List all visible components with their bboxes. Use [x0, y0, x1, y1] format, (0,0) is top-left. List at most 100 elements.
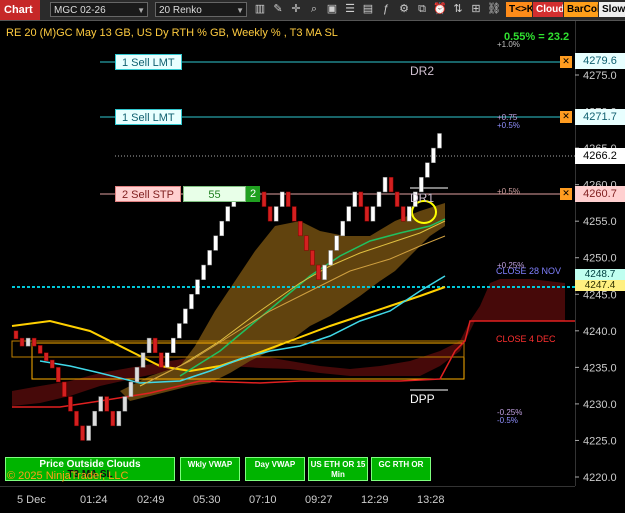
price-axis[interactable]: 4275.04270.04265.04260.04255.04250.04245… — [574, 21, 625, 486]
renko-brick-down — [62, 381, 67, 397]
renko-brick-down — [31, 337, 37, 347]
zoom-icon[interactable]: ⌕ — [306, 2, 322, 17]
chart-tab[interactable]: Chart — [0, 0, 40, 20]
renko-brick-up — [225, 206, 230, 222]
renko-brick-down — [261, 191, 267, 207]
renko-brick-down — [104, 396, 109, 412]
dr2-label: DR2 — [410, 64, 435, 78]
cloud-button[interactable]: Cloud — [533, 2, 563, 17]
renko-brick-down — [158, 352, 164, 368]
renko-brick-up — [419, 177, 424, 193]
close-dec-label: CLOSE 4 DEC — [496, 334, 556, 344]
order-price-tag-1: 4279.6 — [575, 53, 625, 69]
renko-brick-down — [37, 345, 43, 354]
order-count-badge[interactable]: 2 — [246, 186, 260, 202]
data-box-icon[interactable]: ▤ — [360, 2, 376, 17]
pct-plus-1-label: +1.0% — [497, 40, 520, 49]
order-quantity-field[interactable]: 55 — [183, 186, 246, 202]
grid-icon[interactable]: ⊞ — [468, 2, 484, 17]
renko-brick-down — [364, 206, 370, 222]
close-order-icon[interactable]: ✕ — [560, 56, 572, 68]
templates-icon[interactable]: ⧉ — [414, 2, 430, 17]
renko-brick-up — [346, 206, 351, 222]
bar-type-selector[interactable]: 20 Renko ▼ — [155, 2, 247, 17]
time-label: 07:10 — [249, 494, 277, 506]
day-vwap-button[interactable]: Day VWAP — [245, 457, 305, 481]
renko-brick-up — [382, 177, 388, 193]
dpp-label: DPP — [410, 392, 435, 406]
tk-button[interactable]: T<>K — [506, 2, 532, 17]
renko-brick-down — [44, 352, 49, 361]
time-label: 05:30 — [193, 494, 221, 506]
renko-brick-down — [388, 177, 394, 193]
renko-brick-down — [358, 191, 364, 207]
dr1-label: DR1 — [410, 191, 435, 205]
renko-brick-up — [273, 206, 279, 222]
renko-brick-up — [219, 220, 224, 237]
alert-icon[interactable]: ⏰ — [432, 2, 448, 17]
crosshair-icon[interactable]: ✛ — [288, 2, 304, 17]
time-label: 12:29 — [361, 494, 389, 506]
renko-brick-up — [177, 323, 182, 339]
slowm-button[interactable]: SlowM — [599, 2, 625, 17]
time-label: 13:28 — [417, 494, 445, 506]
draw-tool-icon[interactable]: ✎ — [270, 2, 286, 17]
renko-brick-down — [400, 206, 406, 222]
us-eth-or-button[interactable]: US ETH OR 15 Min — [308, 457, 368, 481]
price-tick-label: 4250.0 — [583, 253, 617, 265]
renko-brick-down — [292, 206, 297, 222]
renko-brick-up — [165, 352, 170, 368]
plot-canvas — [11, 61, 575, 441]
order-entry-icon[interactable]: ⇅ — [450, 2, 466, 17]
pct-minus-05-label: -0.5% — [497, 416, 518, 425]
renko-brick-down — [286, 191, 291, 207]
sell-limit-order-2[interactable]: 1 Sell LMT — [115, 109, 182, 125]
pct-plus-05-label-a: +0.5% — [497, 121, 520, 130]
stop-price-tag: 4260.7 — [575, 186, 625, 202]
copyright-text: © 2025 NinjaTrader, LLC — [7, 470, 129, 482]
renko-brick-down — [310, 250, 315, 266]
renko-brick-up — [322, 264, 327, 280]
sell-limit-order-1[interactable]: 1 Sell LMT — [115, 54, 182, 70]
price-tick-label: 4225.0 — [583, 435, 617, 447]
pct-plus-05-label-b: +0.5% — [497, 187, 520, 196]
instrument-selector[interactable]: MGC 02-26 ▼ — [50, 2, 148, 17]
strategies-icon[interactable]: ⚙ — [396, 2, 412, 17]
gc-rth-or-button[interactable]: GC RTH OR — [371, 457, 431, 481]
sell-stop-order[interactable]: 2 Sell STP — [115, 186, 181, 202]
properties-icon[interactable]: ☰ — [342, 2, 358, 17]
renko-brick-down — [304, 235, 309, 251]
weekly-vwap-button[interactable]: Wkly VWAP — [180, 457, 240, 481]
screenshot-icon[interactable]: ▣ — [324, 2, 340, 17]
close-order-icon[interactable]: ✕ — [560, 111, 572, 123]
chart-description: RE 20 (M)GC May 13 GB, US Dy RTH % GB, W… — [6, 27, 338, 39]
renko-brick-up — [92, 410, 97, 427]
barcol-button[interactable]: BarCol — [564, 2, 598, 17]
renko-brick-up — [340, 220, 345, 237]
chart-style-icon[interactable]: ▥ — [252, 2, 268, 17]
renko-brick-down — [394, 191, 400, 207]
renko-brick-down — [316, 264, 321, 280]
price-tick-label: 4275.0 — [583, 70, 617, 82]
renko-brick-down — [298, 220, 303, 237]
close-order-icon[interactable]: ✕ — [560, 188, 572, 200]
renko-brick-down — [50, 359, 55, 369]
price-tick-label: 4230.0 — [583, 399, 617, 411]
renko-brick-up — [328, 250, 333, 266]
renko-brick-down — [68, 396, 73, 412]
renko-brick-up — [352, 191, 358, 207]
price-plot[interactable]: RE 20 (M)GC May 13 GB, US Dy RTH % GB, W… — [0, 21, 575, 486]
renko-brick-up — [207, 250, 212, 266]
renko-brick-up — [279, 191, 285, 207]
renko-brick-up — [25, 337, 31, 347]
time-axis[interactable]: 5 Dec 01:24 02:49 05:30 07:10 09:27 12:2… — [0, 485, 575, 513]
link-icon[interactable]: ⛓ — [486, 2, 502, 17]
renko-brick-up — [437, 133, 442, 149]
renko-brick-down — [19, 337, 25, 347]
renko-brick-up — [431, 147, 436, 163]
chevron-down-icon: ▼ — [236, 6, 244, 15]
renko-brick-up — [376, 191, 382, 207]
renko-brick-up — [213, 235, 218, 251]
indicators-icon[interactable]: ƒ — [378, 2, 394, 17]
renko-brick-up — [407, 206, 412, 222]
